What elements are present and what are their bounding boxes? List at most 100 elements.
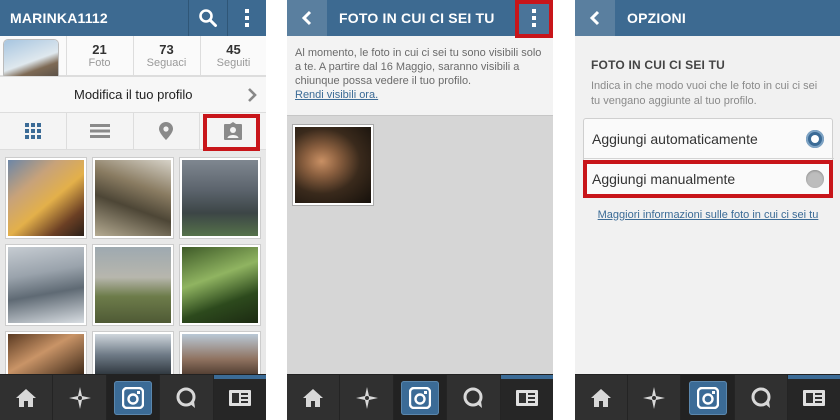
option-add-automatically[interactable]: Aggiungi automaticamente <box>584 119 834 159</box>
news-icon <box>802 389 825 406</box>
camera-icon <box>409 386 432 409</box>
nav-news[interactable] <box>787 375 840 420</box>
location-pin-icon <box>159 122 174 140</box>
home-icon <box>303 388 324 407</box>
nav-camera[interactable] <box>106 375 161 420</box>
explore-star-icon <box>643 386 666 409</box>
tagged-person-icon <box>224 122 243 140</box>
radio-unselected[interactable] <box>806 170 824 188</box>
username-title: MARINKA1112 <box>10 10 108 26</box>
visibility-notice: Al momento, le foto in cui ci sei tu son… <box>287 36 553 116</box>
back-arrow-icon <box>301 10 312 26</box>
camera-button-box <box>688 380 727 415</box>
photo-thumbnail[interactable] <box>6 245 86 325</box>
screenshot-stage: MARINKA1112 21 Foto 73 Seguaci 45 Seguit… <box>0 0 840 420</box>
stat-value: 73 <box>159 42 174 57</box>
stat-posts[interactable]: 21 Foto <box>66 36 132 76</box>
bottom-nav <box>575 374 840 420</box>
stat-followers[interactable]: 73 Seguaci <box>133 36 199 76</box>
photo-thumbnail[interactable] <box>93 245 173 325</box>
profile-view-tabs <box>0 112 266 156</box>
photo-thumbnail[interactable] <box>93 158 173 238</box>
stat-value: 21 <box>92 42 107 57</box>
camera-button-box <box>401 380 440 415</box>
news-icon <box>515 389 538 406</box>
section-description: Indica in che modo vuoi che le foto in c… <box>591 80 818 107</box>
bottom-nav <box>0 374 266 420</box>
camera-icon <box>122 386 145 409</box>
overflow-menu-button[interactable] <box>515 0 553 36</box>
stat-label: Seguiti <box>216 57 251 69</box>
tab-list-view[interactable] <box>67 113 134 149</box>
photo-thumbnail[interactable] <box>93 332 173 378</box>
photo-grid <box>0 150 266 378</box>
tagged-photo-thumbnail[interactable] <box>293 125 373 205</box>
nav-home[interactable] <box>287 375 341 420</box>
home-icon <box>591 388 612 407</box>
make-visible-link[interactable]: Rendi visibili ora. <box>295 89 378 101</box>
profile-screen: MARINKA1112 21 Foto 73 Seguaci 45 Seguit… <box>0 0 266 420</box>
photo-thumbnail[interactable] <box>180 158 260 238</box>
back-button[interactable] <box>287 0 327 36</box>
notice-text: Al momento, le foto in cui ci sei tu son… <box>295 47 542 87</box>
tab-map-view[interactable] <box>134 113 201 149</box>
screen-title: OPZIONI <box>627 10 686 26</box>
nav-news[interactable] <box>213 375 266 420</box>
nav-camera[interactable] <box>681 375 735 420</box>
chat-bubble-icon <box>751 387 771 408</box>
stat-following[interactable]: 45 Seguiti <box>200 36 266 76</box>
section-title: FOTO IN CUI CI SEI TU <box>591 58 725 72</box>
camera-icon <box>696 386 719 409</box>
search-button[interactable] <box>189 0 227 36</box>
camera-button-box <box>114 380 153 415</box>
nav-activity[interactable] <box>447 375 501 420</box>
back-button[interactable] <box>575 0 615 36</box>
explore-star-icon <box>68 386 91 409</box>
nav-home[interactable] <box>0 375 54 420</box>
stat-label: Foto <box>88 57 111 69</box>
option-add-manually[interactable]: Aggiungi manualmente <box>584 159 834 199</box>
grid-icon <box>24 123 41 139</box>
nav-activity[interactable] <box>160 375 214 420</box>
bottom-nav <box>287 374 553 420</box>
nav-camera[interactable] <box>393 375 448 420</box>
explore-star-icon <box>355 386 378 409</box>
nav-explore[interactable] <box>53 375 107 420</box>
more-info-link[interactable]: Maggiori informazioni sulle foto in cui … <box>587 208 829 222</box>
list-icon <box>89 124 110 138</box>
edit-profile-button[interactable]: Modifica il tuo profilo <box>0 76 266 112</box>
photo-thumbnail[interactable] <box>6 332 86 378</box>
edit-profile-label: Modifica il tuo profilo <box>74 87 193 102</box>
chevron-right-icon <box>248 88 257 102</box>
news-icon <box>228 389 251 406</box>
tab-grid-view[interactable] <box>0 113 67 156</box>
photo-thumbnail[interactable] <box>180 332 260 378</box>
add-photos-options: Aggiungi automaticamente Aggiungi manual… <box>583 118 834 199</box>
back-arrow-icon <box>589 10 600 26</box>
vertical-dots-icon <box>245 9 249 27</box>
nav-explore[interactable] <box>340 375 394 420</box>
option-label: Aggiungi manualmente <box>592 171 736 187</box>
nav-activity[interactable] <box>735 375 788 420</box>
search-icon <box>199 9 217 27</box>
nav-news[interactable] <box>500 375 553 420</box>
photos-of-you-screen: FOTO IN CUI CI SEI TU Al momento, le fot… <box>287 0 553 420</box>
screen-title: FOTO IN CUI CI SEI TU <box>339 10 495 26</box>
tab-photos-of-you[interactable] <box>200 113 266 149</box>
option-label: Aggiungi automaticamente <box>592 130 758 147</box>
stat-label: Seguaci <box>146 57 187 69</box>
options-topbar: OPZIONI <box>575 0 840 36</box>
vertical-dots-icon <box>532 9 536 27</box>
photo-thumbnail[interactable] <box>6 158 86 238</box>
home-icon <box>16 388 37 407</box>
radio-selected[interactable] <box>806 129 824 148</box>
options-screen: OPZIONI FOTO IN CUI CI SEI TU Indica in … <box>575 0 840 420</box>
nav-home[interactable] <box>575 375 629 420</box>
chat-bubble-icon <box>176 387 196 408</box>
profile-topbar: MARINKA1112 <box>0 0 266 36</box>
photo-thumbnail[interactable] <box>180 245 260 325</box>
photos-of-you-topbar: FOTO IN CUI CI SEI TU <box>287 0 553 36</box>
stat-value: 45 <box>226 42 241 57</box>
overflow-menu-button[interactable] <box>228 0 266 36</box>
nav-explore[interactable] <box>628 375 682 420</box>
